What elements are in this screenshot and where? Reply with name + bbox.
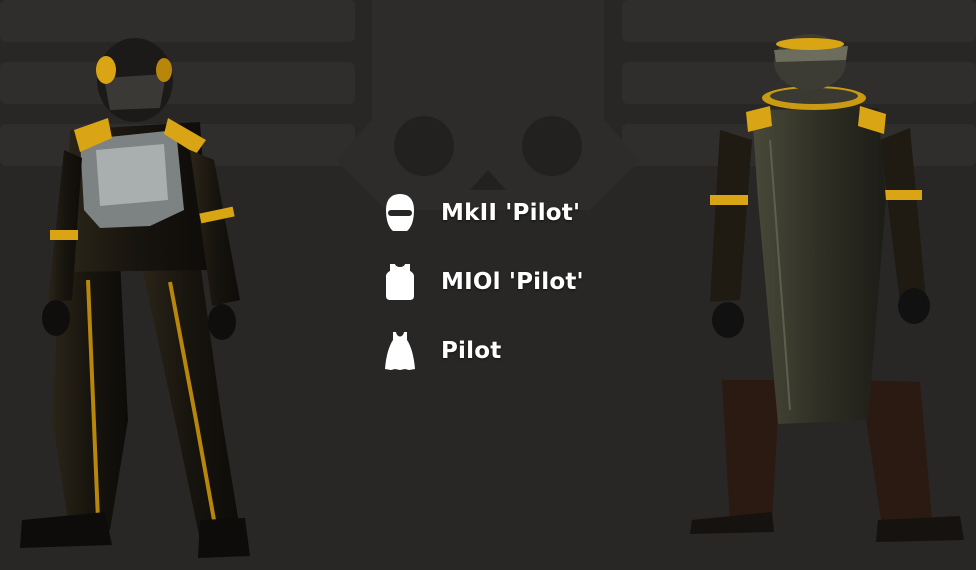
loadout-item-label: Pilot: [441, 338, 502, 364]
helmet-icon: [380, 191, 420, 235]
loadout-item-label: MkII 'Pilot': [441, 200, 581, 226]
armor-back-view: [690, 34, 964, 542]
armor-preview-scene: MkII 'Pilot' MIOl 'Pilot' Pilot: [0, 0, 976, 570]
loadout-item-undersuit[interactable]: Pilot: [380, 328, 640, 374]
undersuit-icon: [380, 329, 420, 373]
loadout-item-label: MIOl 'Pilot': [441, 269, 584, 295]
loadout-item-helmet[interactable]: MkII 'Pilot': [380, 190, 640, 236]
chest-armor-icon: [380, 260, 420, 304]
loadout-list: MkII 'Pilot' MIOl 'Pilot' Pilot: [380, 190, 640, 397]
loadout-item-chest[interactable]: MIOl 'Pilot': [380, 259, 640, 305]
armor-front-view: [20, 38, 250, 558]
